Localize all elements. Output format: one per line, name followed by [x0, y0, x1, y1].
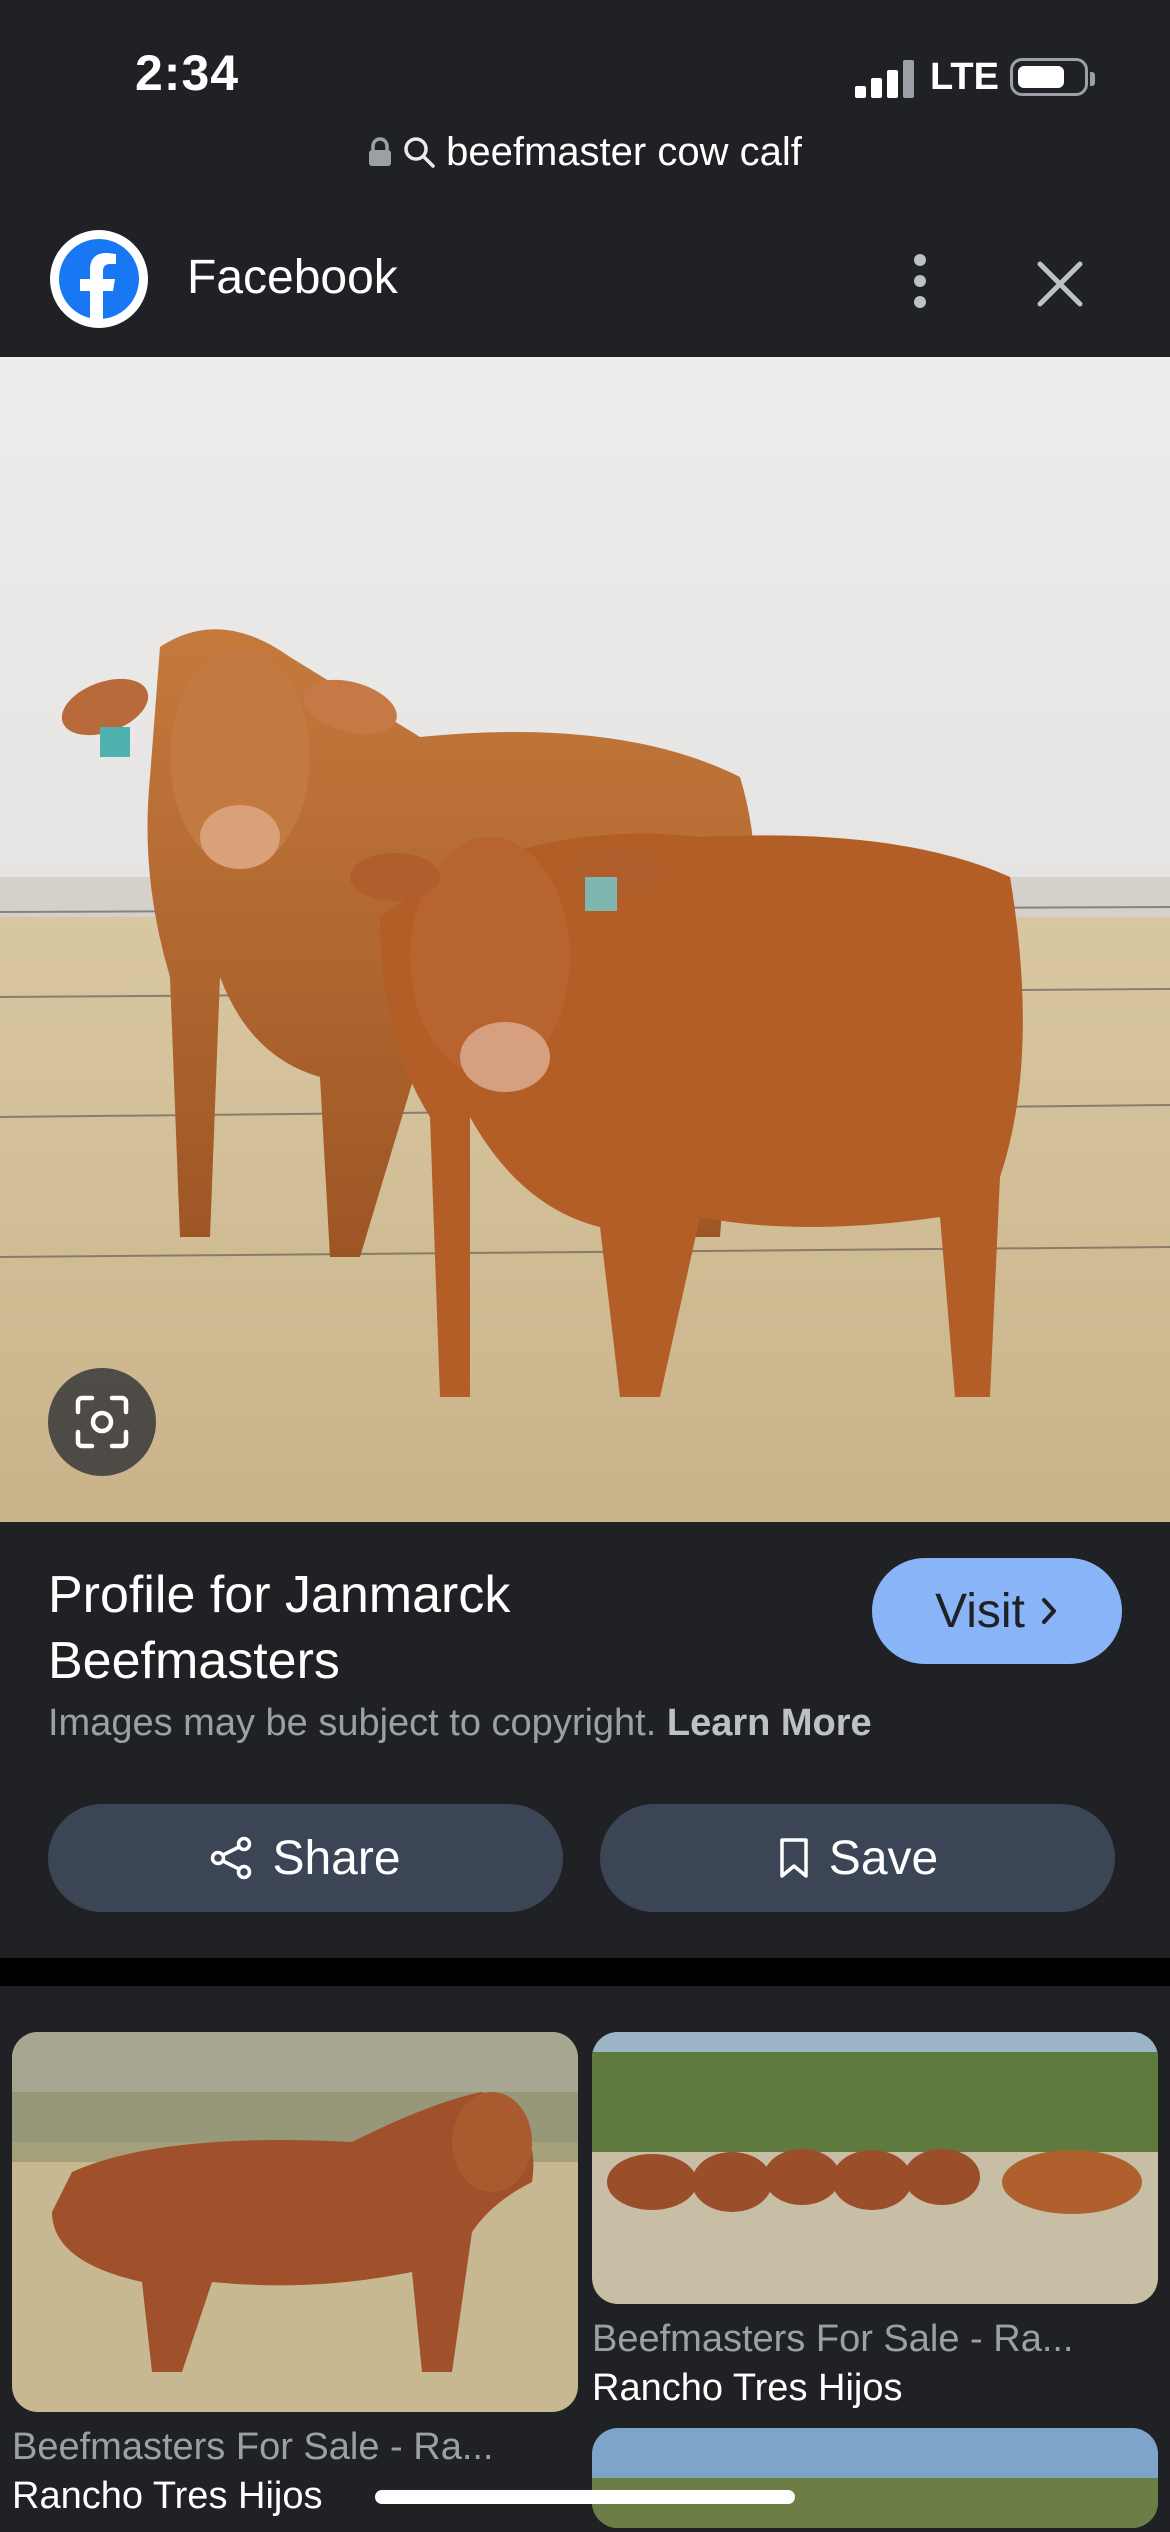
result-image[interactable] [0, 357, 1170, 1522]
lens-search-button[interactable] [48, 1368, 156, 1476]
source-title: Facebook [187, 251, 398, 304]
lens-icon [75, 1395, 129, 1449]
related-subtitle: Rancho Tres Hijos [592, 2367, 903, 2409]
status-time: 2:34 [135, 45, 240, 101]
related-results: Beefmasters For Sale - Ra... Rancho Tres… [0, 1986, 1170, 2532]
copyright-text: Images may be subject to copyright. [48, 1702, 657, 1744]
visit-label: Visit [935, 1584, 1025, 1638]
related-title: Beefmasters For Sale - Ra... [12, 2426, 494, 2468]
facebook-logo-icon [50, 230, 148, 328]
home-indicator[interactable] [375, 2490, 795, 2504]
result-header: Facebook [0, 214, 1170, 354]
share-button[interactable]: Share [48, 1804, 563, 1912]
signal-icon [855, 58, 917, 98]
url-bar[interactable]: beefmaster cow calf [0, 122, 1170, 182]
chevron-right-icon [1041, 1598, 1056, 1624]
copyright-notice: Images may be subject to copyright. Lear… [48, 1702, 872, 1745]
more-options-icon[interactable] [895, 244, 945, 318]
network-label: LTE [930, 56, 999, 98]
lock-icon [369, 137, 392, 166]
search-icon [404, 137, 435, 168]
visit-button[interactable]: Visit [872, 1558, 1122, 1664]
related-thumbnail[interactable] [592, 2428, 1158, 2528]
related-thumbnail[interactable] [592, 2032, 1158, 2304]
battery-icon [1010, 58, 1095, 96]
status-bar: 2:34 LTE [0, 0, 1170, 130]
close-icon[interactable] [1030, 254, 1090, 314]
share-label: Share [272, 1831, 401, 1885]
result-title[interactable]: Profile for Janmarck Beefmasters [48, 1562, 808, 1694]
search-query: beefmaster cow calf [446, 129, 802, 174]
save-button[interactable]: Save [600, 1804, 1115, 1912]
share-icon [211, 1836, 252, 1880]
related-card[interactable]: Beefmasters For Sale - Ra... Rancho Tres… [592, 2032, 1158, 2528]
related-thumbnail[interactable] [12, 2032, 578, 2412]
learn-more-link[interactable]: Learn More [667, 1702, 872, 1744]
section-divider [0, 1958, 1170, 1986]
bookmark-icon [780, 1838, 808, 1878]
result-info-panel: Profile for Janmarck Beefmasters Visit I… [0, 1522, 1170, 1960]
related-card[interactable]: Beefmasters For Sale - Ra... Rancho Tres… [12, 2032, 578, 2518]
related-title: Beefmasters For Sale - Ra... [592, 2318, 1074, 2360]
save-label: Save [828, 1831, 939, 1885]
